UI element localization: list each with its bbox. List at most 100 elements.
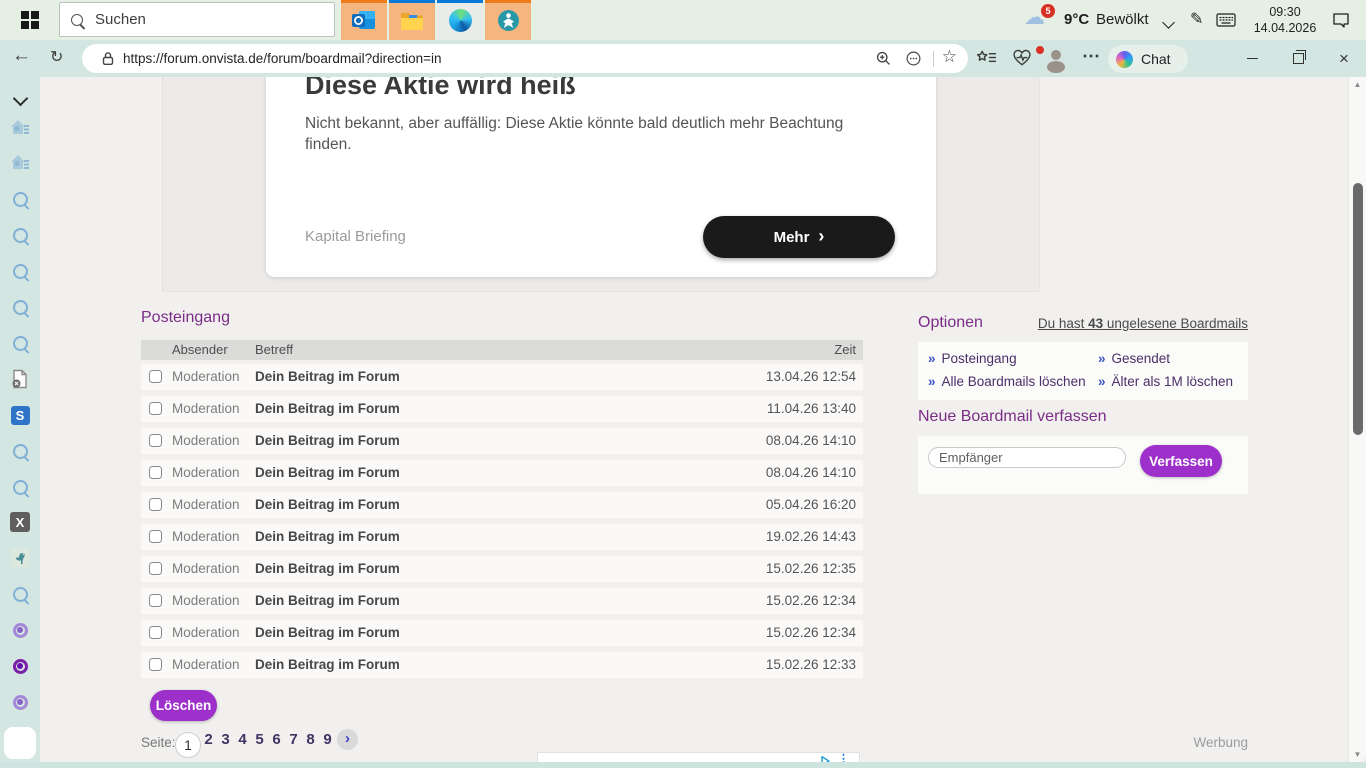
scroll-down-icon[interactable]: ▼ [1349,750,1366,759]
row-checkbox[interactable] [149,466,162,479]
table-row[interactable]: Moderation Dein Beitrag im Forum 13.04.2… [141,364,863,390]
keyboard-icon[interactable] [1216,13,1236,32]
collapse-sidebar-icon[interactable] [8,88,32,112]
tab-search-7[interactable] [8,475,32,499]
table-row[interactable]: Moderation Dein Beitrag im Forum 05.04.2… [141,492,863,518]
delete-button[interactable]: Löschen [150,690,217,721]
row-checkbox[interactable] [149,562,162,575]
copilot-chat-button[interactable]: Chat [1108,45,1188,73]
row-checkbox[interactable] [149,658,162,671]
row-subject[interactable]: Dein Beitrag im Forum [255,652,400,678]
scroll-up-icon[interactable]: ▲ [1349,80,1366,89]
row-checkbox[interactable] [149,626,162,639]
pen-icon[interactable]: ✎ [1190,9,1203,29]
link-aelter-loeschen[interactable]: »Älter als 1M löschen [1098,374,1233,389]
start-button[interactable] [10,0,50,40]
row-subject[interactable]: Dein Beitrag im Forum [255,556,400,582]
browser-menu-icon[interactable]: ⋯ [1082,46,1100,67]
tab-search-1[interactable] [8,187,32,211]
page-link-2[interactable]: 2 [200,731,217,748]
row-subject[interactable]: Dein Beitrag im Forum [255,428,400,454]
zoom-in-icon[interactable] [875,50,892,72]
row-checkbox[interactable] [149,594,162,607]
table-row[interactable]: Moderation Dein Beitrag im Forum 11.04.2… [141,396,863,422]
tab-house-site-1[interactable] [8,115,32,139]
tab-onvista-2[interactable] [8,690,32,714]
taskbar-app-person[interactable] [485,0,531,40]
page-link-8[interactable]: 8 [302,731,319,748]
tab-search-2[interactable] [8,223,32,247]
url-text[interactable]: https://forum.onvista.de/forum/boardmail… [123,44,442,73]
link-alle-loeschen[interactable]: »Alle Boardmails löschen [928,374,1086,389]
row-subject[interactable]: Dein Beitrag im Forum [255,364,400,390]
link-posteingang[interactable]: »Posteingang [928,351,1017,366]
taskbar-app-outlook[interactable] [341,0,387,40]
close-button[interactable]: × [1321,40,1366,77]
row-subject[interactable]: Dein Beitrag im Forum [255,396,400,422]
browser-essentials-icon[interactable] [1012,48,1032,73]
tab-house-site-2[interactable] [8,150,32,174]
tab-search-3[interactable] [8,259,32,283]
table-row[interactable]: Moderation Dein Beitrag im Forum 08.04.2… [141,428,863,454]
row-checkbox[interactable] [149,402,162,415]
address-bar[interactable]: https://forum.onvista.de/forum/boardmail… [82,44,968,73]
link-gesendet[interactable]: »Gesendet [1098,351,1170,366]
taskbar-app-edge[interactable] [437,0,483,40]
page-link-7[interactable]: 7 [285,731,302,748]
table-row[interactable]: Moderation Dein Beitrag im Forum 08.04.2… [141,460,863,486]
col-subject[interactable]: Betreff [255,340,293,360]
ad-menu-dots-icon[interactable]: ⋮ [838,752,849,762]
row-checkbox[interactable] [149,434,162,447]
weather-condition[interactable]: Bewölkt [1096,0,1149,40]
unread-boardmails-link[interactable]: Du hast 43 ungelesene Boardmails [1038,316,1248,331]
back-icon[interactable]: ← [12,45,31,67]
adchoices-icon[interactable] [819,754,831,762]
taskbar-clock[interactable]: 09:30 14.04.2026 [1246,4,1324,36]
tab-x-twitter[interactable]: X [8,510,32,534]
table-row[interactable]: Moderation Dein Beitrag im Forum 15.02.2… [141,588,863,614]
page-scrollbar[interactable]: ▲ ▼ [1348,77,1366,762]
weather-temp[interactable]: 9°C [1064,0,1089,40]
page-link-3[interactable]: 3 [217,731,234,748]
favorite-star-icon[interactable]: ☆ [942,47,957,67]
page-link-4[interactable]: 4 [234,731,251,748]
page-link-6[interactable]: 6 [268,731,285,748]
table-row[interactable]: Moderation Dein Beitrag im Forum 15.02.2… [141,620,863,646]
favorites-list-icon[interactable] [976,49,997,72]
col-sender[interactable]: Absender [172,340,228,360]
col-time[interactable]: Zeit [834,340,856,360]
page-link-5[interactable]: 5 [251,731,268,748]
tray-chevron-icon[interactable] [1164,14,1173,32]
tab-blocked-document[interactable] [8,367,32,391]
refresh-icon[interactable]: ↻ [50,47,63,67]
ad-card[interactable]: Diese Aktie wird heiß Nicht bekannt, abe… [266,77,936,277]
row-subject[interactable]: Dein Beitrag im Forum [255,588,400,614]
row-subject[interactable]: Dein Beitrag im Forum [255,524,400,550]
compose-button[interactable]: Verfassen [1140,445,1222,477]
tab-s-site[interactable]: S [8,403,32,427]
table-row[interactable]: Moderation Dein Beitrag im Forum 15.02.2… [141,556,863,582]
row-subject[interactable]: Dein Beitrag im Forum [255,460,400,486]
tab-search-8[interactable] [8,582,32,606]
taskbar-search-input[interactable]: Suchen [59,2,335,37]
tab-search-6[interactable] [8,439,32,463]
restore-button[interactable] [1275,40,1321,77]
ad-more-button[interactable]: Mehr › [703,216,895,258]
page-link-9[interactable]: 9 [319,731,336,748]
tab-flamingo-site[interactable] [8,546,32,570]
table-row[interactable]: Moderation Dein Beitrag im Forum 15.02.2… [141,652,863,678]
taskbar-app-file-explorer[interactable] [389,0,435,40]
tab-search-5[interactable] [8,331,32,355]
row-checkbox[interactable] [149,498,162,511]
pagination-next-button[interactable]: › [337,729,358,750]
page-options-icon[interactable] [905,50,922,72]
row-subject[interactable]: Dein Beitrag im Forum [255,492,400,518]
row-checkbox[interactable] [149,370,162,383]
row-checkbox[interactable] [149,530,162,543]
minimize-button[interactable] [1229,40,1275,77]
bottom-ad-iframe[interactable]: ⋮ [537,752,860,762]
row-subject[interactable]: Dein Beitrag im Forum [255,620,400,646]
scrollbar-thumb[interactable] [1353,183,1363,435]
tab-onvista-1[interactable] [8,618,32,642]
tab-onvista-active[interactable] [8,654,32,678]
